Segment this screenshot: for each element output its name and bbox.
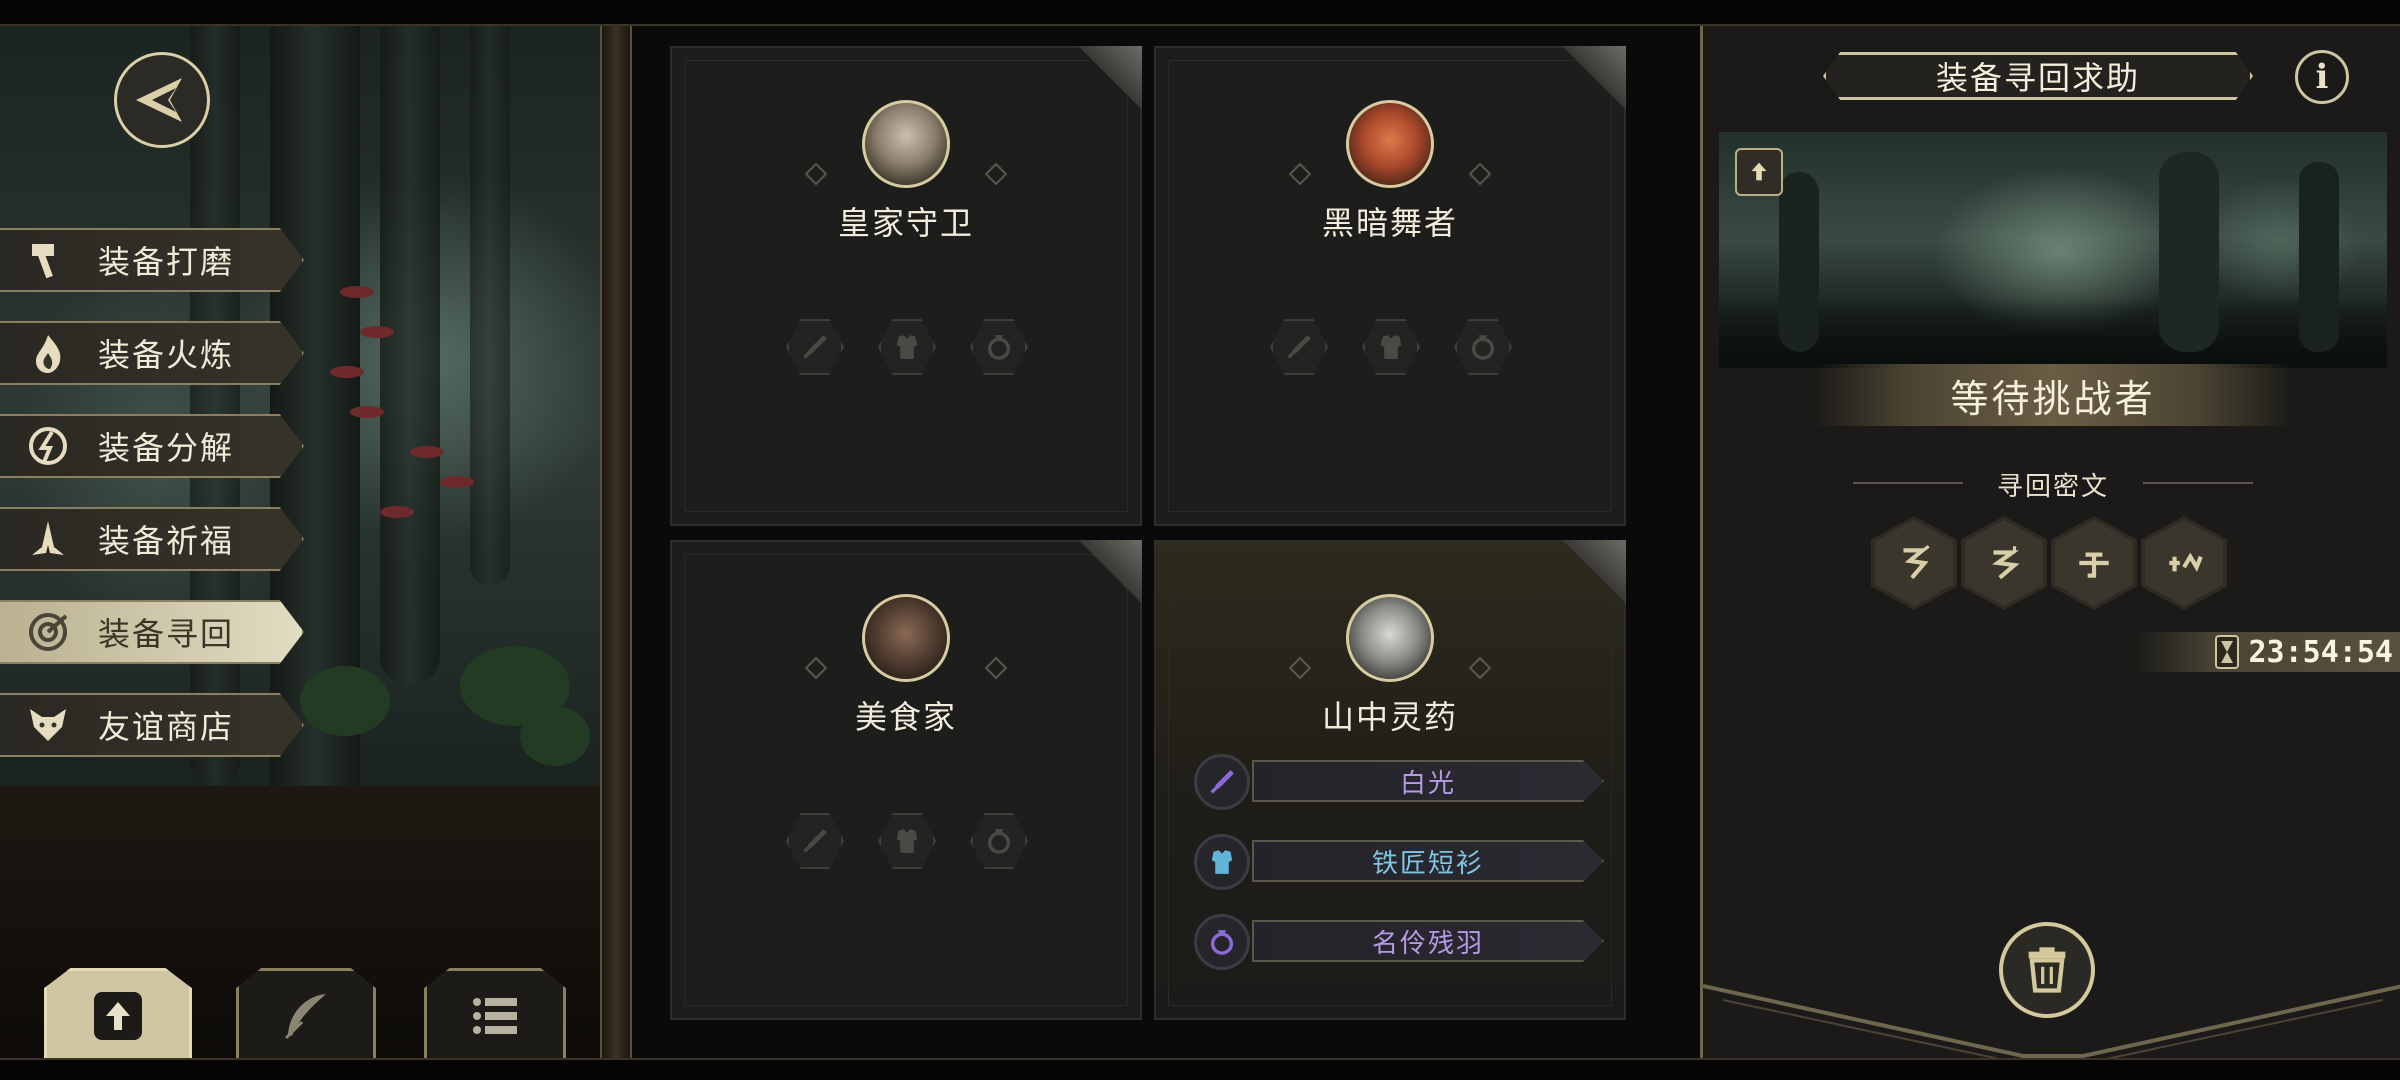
tab-list[interactable]: [424, 968, 566, 1060]
menu-item-bless[interactable]: 装备祈福: [0, 507, 304, 571]
share-button[interactable]: [1735, 148, 1783, 196]
hero-name: 黑暗舞者: [1321, 204, 1458, 242]
cipher-rune: [2141, 516, 2227, 610]
menu-label: 友谊商店: [98, 708, 235, 746]
delete-button[interactable]: [1999, 922, 2095, 1018]
dark-dancer-portrait: [1346, 100, 1434, 188]
retrieve-help-panel: 装备寻回求助 i 等待挑战者 寻回密文 23:54:54: [1700, 26, 2400, 1060]
cipher-label: 寻回密文: [1853, 466, 2253, 503]
bottom-frame: [0, 1058, 2400, 1080]
hero-card[interactable]: 美食家: [670, 540, 1142, 1020]
tab-upload[interactable]: [44, 968, 192, 1060]
armor-icon: [1194, 834, 1250, 890]
feather-icon: [284, 993, 326, 1039]
equipment-name: 铁匠短衫: [1252, 840, 1604, 882]
pray-icon: [26, 517, 70, 561]
menu-item-friend-shop[interactable]: 友谊商店: [0, 693, 304, 757]
equipment-name: 白光: [1252, 760, 1604, 802]
left-divider: [600, 26, 632, 1060]
equipment-row[interactable]: 白光: [1194, 754, 1604, 810]
back-button[interactable]: [114, 52, 210, 148]
timer-value: 23:54:54: [2248, 634, 2394, 670]
upload-icon: [94, 991, 142, 1040]
menu-item-polish[interactable]: 装备打磨: [0, 228, 304, 292]
panel-title: 装备寻回求助: [1823, 52, 2253, 100]
hammer-icon: [26, 238, 70, 282]
gourmet-portrait: [862, 594, 950, 682]
hero-name: 皇家守卫: [837, 204, 974, 242]
trash-icon: [2028, 947, 2066, 993]
info-button[interactable]: i: [2295, 50, 2349, 104]
cipher-rune: [1871, 516, 1957, 610]
equipment-name: 名伶残羽: [1252, 920, 1604, 962]
sword-icon: [803, 335, 827, 359]
decompose-icon: [26, 424, 70, 468]
hero-name: 美食家: [854, 698, 957, 736]
card-corner-fold: [1072, 46, 1142, 116]
target-icon: [26, 610, 70, 654]
rune-glyph-icon: [1992, 546, 2020, 580]
swamp-scene-image: [1719, 132, 2387, 368]
menu-label: 装备分解: [98, 429, 235, 467]
back-arrow-icon: [136, 78, 182, 122]
top-frame: [0, 0, 2400, 26]
royal-guard-portrait: [862, 100, 950, 188]
flame-icon: [26, 331, 70, 375]
armor-icon: [896, 335, 918, 359]
list-icon: [473, 997, 517, 1034]
sword-icon: [1287, 335, 1311, 359]
tab-feather[interactable]: [236, 968, 376, 1060]
status-banner: 等待挑战者: [1813, 364, 2293, 426]
sword-icon: [1194, 754, 1250, 810]
hero-card[interactable]: 黑暗舞者: [1154, 46, 1626, 526]
rune-glyph-icon: [2169, 552, 2203, 572]
ring-icon: [1194, 914, 1250, 970]
card-corner-fold: [1556, 540, 1626, 610]
ring-icon: [987, 335, 1011, 360]
countdown-timer: 23:54:54: [2135, 632, 2400, 672]
rune-glyph-icon: [2079, 552, 2109, 578]
menu-item-decompose[interactable]: 装备分解: [0, 414, 304, 478]
menu-label: 装备祈福: [98, 522, 235, 560]
hourglass-icon: [2214, 635, 2239, 669]
menu-item-retrieve[interactable]: 装备寻回: [0, 600, 304, 664]
menu-item-forge[interactable]: 装备火炼: [0, 321, 304, 385]
menu-label: 装备寻回: [98, 615, 235, 653]
sword-icon: [803, 829, 827, 853]
armor-icon: [896, 829, 918, 853]
hero-name: 山中灵药: [1321, 698, 1458, 736]
ring-icon: [987, 829, 1011, 854]
armor-icon: [1380, 335, 1402, 359]
menu-label: 装备打磨: [98, 243, 235, 281]
card-corner-fold: [1556, 46, 1626, 116]
fox-icon: [26, 703, 70, 747]
hero-card[interactable]: 皇家守卫: [670, 46, 1142, 526]
equipment-row[interactable]: 名伶残羽: [1194, 914, 1604, 970]
mountain-elixir-portrait: [1346, 594, 1434, 682]
rune-glyph-icon: [1903, 544, 1930, 580]
equipment-row[interactable]: 铁匠短衫: [1194, 834, 1604, 890]
ring-icon: [1471, 335, 1495, 360]
card-corner-fold: [1072, 540, 1142, 610]
hero-card-selected[interactable]: 山中灵药 白光 铁匠短衫 名伶残羽: [1154, 540, 1626, 1020]
cipher-rune: [1961, 516, 2047, 610]
menu-label: 装备火炼: [98, 336, 235, 374]
cipher-rune: [2051, 516, 2137, 610]
upload-icon: [1751, 162, 1767, 181]
